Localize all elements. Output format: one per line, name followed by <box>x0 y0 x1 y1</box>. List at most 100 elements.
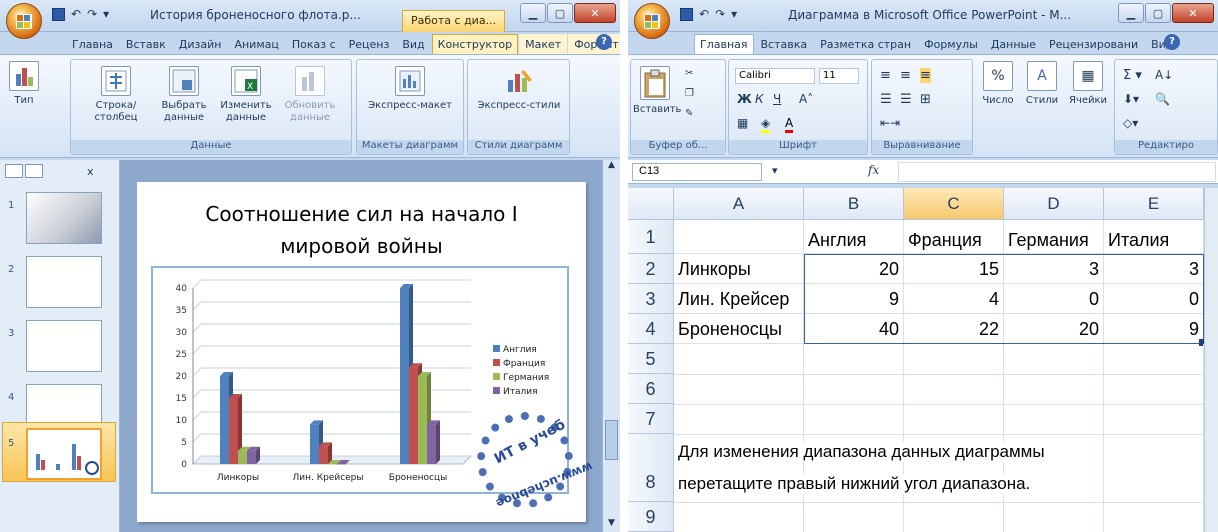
customize-icon[interactable]: ▾ <box>731 7 737 21</box>
close-icon[interactable]: ✕ <box>1172 3 1214 23</box>
redo-icon[interactable]: ↷ <box>87 7 97 21</box>
cell[interactable]: 0 <box>1004 284 1104 314</box>
indent-icon[interactable]: ⇤⇥ <box>880 116 900 130</box>
row-header[interactable]: 4 <box>628 314 674 344</box>
slide-thumbnail[interactable] <box>26 256 102 308</box>
row-header[interactable]: 2 <box>628 254 674 284</box>
help-icon[interactable]: ? <box>596 34 612 50</box>
cell[interactable]: Англия <box>804 220 904 254</box>
customize-icon[interactable]: ▾ <box>103 7 109 21</box>
align-left-icon[interactable]: ☰ <box>880 92 892 107</box>
cell[interactable]: Италия <box>1104 220 1204 254</box>
express-styles-button[interactable]: Экспресс-стили <box>472 66 566 112</box>
cell[interactable] <box>674 220 804 254</box>
column-header[interactable]: D <box>1004 188 1104 220</box>
find-icon[interactable]: 🔍 <box>1155 92 1170 106</box>
slide-thumbnail[interactable] <box>26 320 102 372</box>
scroll-up-icon[interactable]: ▲ <box>603 160 620 178</box>
grid-vertical-scrollbar[interactable] <box>1204 188 1218 532</box>
save-icon[interactable] <box>52 7 65 21</box>
tab-review[interactable]: Реценз <box>343 34 396 54</box>
scroll-thumb[interactable] <box>605 420 618 460</box>
edit-data-button[interactable]: X Изменить данные <box>217 66 275 124</box>
undo-icon[interactable]: ↶ <box>71 7 81 21</box>
scroll-down-icon[interactable]: ▼ <box>603 518 620 528</box>
redo-icon[interactable]: ↷ <box>715 7 725 21</box>
name-box[interactable]: C13 <box>632 163 762 181</box>
styles-button[interactable]: A Стили <box>1022 61 1062 107</box>
cells-button[interactable]: ▦ Ячейки <box>1066 61 1110 107</box>
cell[interactable]: 9 <box>1104 314 1204 344</box>
row-header[interactable]: 8 <box>628 434 674 502</box>
paste-button[interactable]: Вставить <box>633 66 681 116</box>
font-size-select[interactable]: 11 <box>819 68 859 84</box>
clear-icon[interactable]: ◇▾ <box>1123 116 1138 130</box>
slides-tab-icon[interactable] <box>5 164 23 178</box>
select-data-button[interactable]: Выбрать данные <box>159 66 209 124</box>
cell[interactable]: 22 <box>904 314 1004 344</box>
tab-insert[interactable]: Вставк <box>120 34 172 54</box>
row-header[interactable]: 9 <box>628 502 674 532</box>
formula-input[interactable] <box>898 162 1216 182</box>
column-header[interactable]: A <box>674 188 804 220</box>
sort-icon[interactable]: A↓ <box>1155 68 1173 82</box>
underline-icon[interactable]: Ч <box>773 92 781 106</box>
tab-page-layout[interactable]: Разметка стран <box>814 34 917 54</box>
align-middle-icon[interactable]: ≡ <box>900 68 911 83</box>
align-center-icon[interactable]: ☰ <box>900 92 912 107</box>
tab-data[interactable]: Данные <box>985 34 1042 54</box>
tab-chart-layout[interactable]: Макет <box>519 34 568 54</box>
panel-close-icon[interactable]: x <box>87 165 94 178</box>
express-layout-button[interactable]: Экспресс-макет <box>361 66 459 112</box>
tab-review[interactable]: Рецензировани <box>1043 34 1144 54</box>
switch-row-column-button[interactable]: Строка/столбец <box>75 66 157 124</box>
column-header[interactable]: E <box>1104 188 1204 220</box>
borders-icon[interactable]: ▦ <box>737 116 748 130</box>
cell[interactable]: Линкоры <box>674 254 804 284</box>
undo-icon[interactable]: ↶ <box>699 7 709 21</box>
row-header[interactable]: 3 <box>628 284 674 314</box>
maximize-icon[interactable]: ▢ <box>1145 3 1171 23</box>
format-painter-icon[interactable]: ✎ <box>685 108 693 119</box>
cell[interactable]: 3 <box>1104 254 1204 284</box>
font-name-select[interactable]: Calibri <box>735 68 815 84</box>
minimize-icon[interactable]: ▁ <box>520 3 546 23</box>
slide-thumbnail-selected[interactable] <box>26 428 102 480</box>
align-top-icon[interactable]: ≡ <box>880 68 891 83</box>
cell[interactable]: Германия <box>1004 220 1104 254</box>
cell[interactable]: 4 <box>904 284 1004 314</box>
fx-icon[interactable]: fx <box>868 163 879 177</box>
save-icon[interactable] <box>680 7 693 21</box>
slide-vertical-scrollbar[interactable]: ▲ ▼ <box>602 160 620 532</box>
row-header[interactable]: 5 <box>628 344 674 374</box>
tab-design[interactable]: Дизайн <box>173 34 228 54</box>
refresh-data-button[interactable]: Обновить данные <box>281 66 339 124</box>
column-header[interactable]: B <box>804 188 904 220</box>
office-button[interactable] <box>6 3 42 39</box>
help-icon[interactable]: ? <box>1164 34 1180 50</box>
fill-icon[interactable]: ⬇▾ <box>1123 92 1139 106</box>
row-header[interactable]: 6 <box>628 374 674 404</box>
font-color-icon[interactable]: A <box>785 116 794 133</box>
bold-icon[interactable]: Ж <box>737 92 752 106</box>
cell[interactable]: 40 <box>804 314 904 344</box>
select-all-corner[interactable] <box>628 188 674 220</box>
autosum-icon[interactable]: Σ ▾ <box>1123 68 1142 83</box>
align-bottom-icon[interactable]: ≡ <box>920 68 931 83</box>
merge-icon[interactable]: ⊞ <box>920 92 931 107</box>
cell[interactable]: Франция <box>904 220 1004 254</box>
column-header-selected[interactable]: C <box>904 188 1004 220</box>
maximize-icon[interactable]: ▢ <box>547 3 573 23</box>
tab-insert[interactable]: Вставка <box>755 34 814 54</box>
cell[interactable]: 20 <box>804 254 904 284</box>
tab-slideshow[interactable]: Показ с <box>286 34 342 54</box>
minimize-icon[interactable]: ▁ <box>1118 3 1144 23</box>
cell[interactable]: Броненосцы <box>674 314 804 344</box>
grow-font-icon[interactable]: A˄ <box>799 92 813 106</box>
row-header[interactable]: 1 <box>628 220 674 254</box>
slide-thumbnail[interactable] <box>26 192 102 244</box>
tab-home[interactable]: Главна <box>66 34 119 54</box>
slide[interactable]: Соотношение сил на начало I мировой войн… <box>137 182 595 522</box>
cell[interactable]: 3 <box>1004 254 1104 284</box>
cell[interactable]: 15 <box>904 254 1004 284</box>
